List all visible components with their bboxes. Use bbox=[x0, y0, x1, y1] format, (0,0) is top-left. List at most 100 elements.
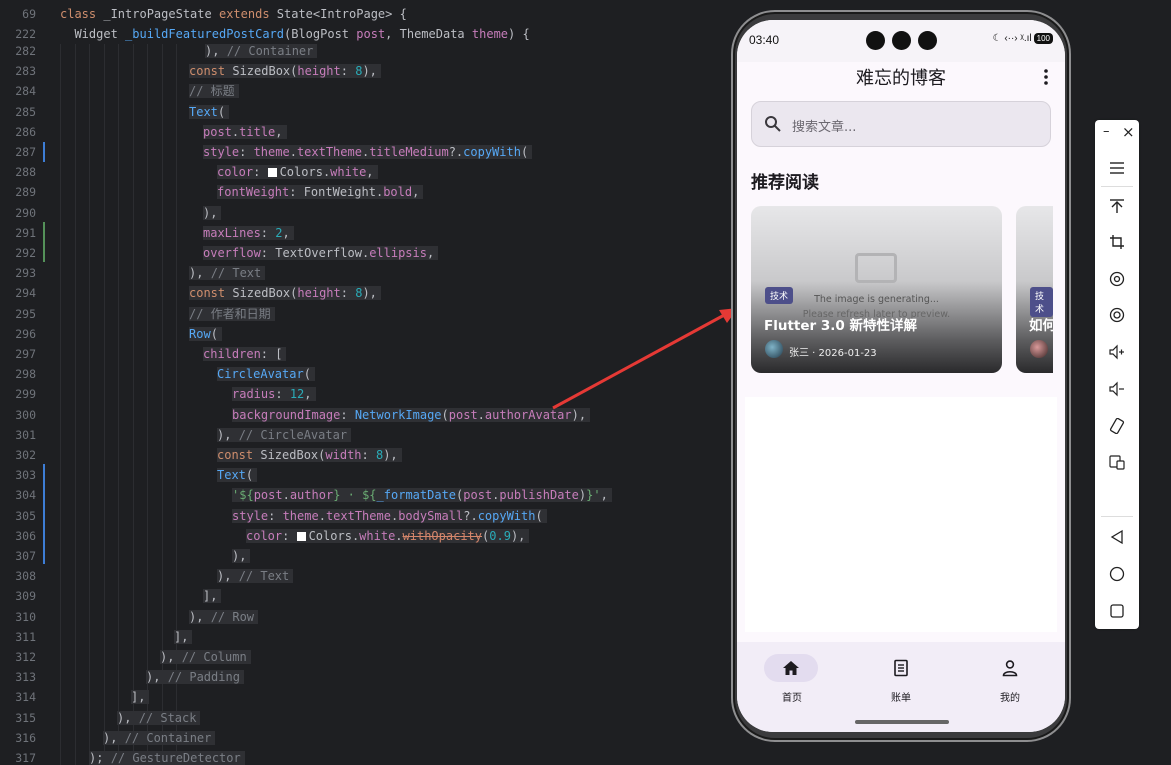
post-title: 如何 bbox=[1029, 318, 1053, 334]
line-number: 285 bbox=[15, 104, 36, 119]
line-number: 305 bbox=[15, 508, 36, 523]
home-circle-icon[interactable] bbox=[1095, 560, 1139, 588]
code-line[interactable]: 295 // 作者和日期 bbox=[0, 304, 730, 324]
code-text: style: theme.textTheme.bodySmall?.copyWi… bbox=[232, 506, 547, 526]
camera-icon bbox=[918, 31, 937, 50]
crop-icon[interactable] bbox=[1095, 228, 1139, 256]
line-number: 298 bbox=[15, 367, 36, 382]
code-line[interactable]: 302 const SizedBox(width: 8), bbox=[0, 445, 730, 465]
code-line[interactable]: 301), // CircleAvatar bbox=[0, 425, 730, 445]
code-line[interactable]: 291 maxLines: 2, bbox=[0, 223, 730, 243]
pin-top-icon[interactable] bbox=[1095, 192, 1139, 220]
code-line[interactable]: 308), // Text bbox=[0, 566, 730, 586]
code-text: radius: 12, bbox=[232, 384, 316, 404]
nav-label: 我的 bbox=[1000, 693, 1020, 704]
sticky-header-class: 69 class _IntroPageState extends State<I… bbox=[0, 4, 730, 24]
code-line[interactable]: 288 color: Colors.white, bbox=[0, 162, 730, 182]
volume-down-icon[interactable] bbox=[1095, 375, 1139, 403]
code-line[interactable]: 293), // Text bbox=[0, 263, 730, 283]
code-text: ); // GestureDetector bbox=[89, 748, 245, 765]
code-line[interactable]: 283 const SizedBox(height: 8), bbox=[0, 61, 730, 81]
code-line[interactable]: 300 backgroundImage: NetworkImage(post.au… bbox=[0, 405, 730, 425]
line-number: 302 bbox=[15, 448, 36, 462]
line-number: 307 bbox=[15, 549, 36, 563]
back-icon[interactable] bbox=[1095, 523, 1139, 551]
code-line[interactable]: 316), // Container bbox=[0, 728, 730, 748]
line-number: 284 bbox=[15, 84, 36, 99]
code-text: Row( bbox=[189, 324, 222, 344]
line-number: 288 bbox=[15, 165, 36, 180]
minimize-button[interactable]: – bbox=[1103, 124, 1110, 139]
line-number: 286 bbox=[15, 124, 36, 139]
code-line[interactable]: 304 '${post.author} · ${_formatDate(post.… bbox=[0, 485, 730, 505]
line-number: 315 bbox=[15, 710, 36, 725]
home-icon bbox=[783, 661, 799, 675]
status-bar: 03:40 ☾ ‹··› ᵡ.ıl 100 bbox=[737, 20, 1065, 62]
code-line[interactable]: 296 Row( bbox=[0, 324, 730, 344]
phone-screen: 03:40 ☾ ‹··› ᵡ.ıl 100 难忘的博客 搜索文章... 推荐阅读 … bbox=[737, 20, 1065, 732]
code-line[interactable]: 285 Text( bbox=[0, 102, 730, 122]
code-line[interactable]: 306 color: Colors.white.withOpacity(0.9), bbox=[0, 526, 730, 546]
line-number: 299 bbox=[15, 387, 36, 402]
volume-up-icon[interactable] bbox=[1095, 338, 1139, 366]
code-text: ), // Column bbox=[160, 647, 251, 667]
code-text: ], bbox=[131, 687, 150, 707]
code-text: overflow: TextOverflow.ellipsis, bbox=[203, 243, 439, 263]
code-line[interactable]: 294 const SizedBox(height: 8), bbox=[0, 283, 730, 303]
code-text: ], bbox=[203, 586, 222, 606]
code-line[interactable]: 299 radius: 12, bbox=[0, 384, 730, 404]
line-number: 292 bbox=[15, 246, 36, 260]
code-line[interactable]: 310), // Row bbox=[0, 607, 730, 627]
line-number: 308 bbox=[15, 569, 36, 584]
code-line[interactable]: 292 overflow: TextOverflow.ellipsis, bbox=[0, 243, 730, 263]
code-text: const SizedBox(width: 8), bbox=[217, 445, 402, 465]
code-text: maxLines: 2, bbox=[203, 223, 294, 243]
fold-icon[interactable] bbox=[1095, 448, 1139, 476]
code-line[interactable]: 317); // GestureDetector bbox=[0, 748, 730, 765]
close-button[interactable]: × bbox=[1122, 123, 1135, 141]
line-number: 282 bbox=[15, 44, 36, 58]
code-text: // 作者和日期 bbox=[189, 304, 275, 324]
menu-icon[interactable] bbox=[1095, 154, 1139, 182]
receipt-icon bbox=[894, 659, 908, 677]
code-line[interactable]: 287 style: theme.textTheme.titleMedium?.c… bbox=[0, 142, 730, 162]
code-text: const SizedBox(height: 8), bbox=[189, 283, 381, 303]
featured-post-card[interactable]: 技术 如何 bbox=[1016, 206, 1053, 373]
code-line[interactable]: 312), // Column bbox=[0, 647, 730, 667]
rotate-icon[interactable] bbox=[1095, 265, 1139, 293]
more-vert-icon[interactable] bbox=[1041, 68, 1051, 86]
featured-post-card[interactable]: The image is generating... Please refres… bbox=[751, 206, 1002, 373]
code-line[interactable]: 311], bbox=[0, 627, 730, 647]
code-line[interactable]: 290), bbox=[0, 203, 730, 223]
code-line[interactable]: 303 Text( bbox=[0, 465, 730, 485]
code-line[interactable]: 297 children: [ bbox=[0, 344, 730, 364]
code-line[interactable]: 313), // Padding bbox=[0, 667, 730, 687]
code-line[interactable]: 284 // 标题 bbox=[0, 81, 730, 101]
category-tag: 技术 bbox=[1030, 287, 1053, 317]
code-text: post.title, bbox=[203, 122, 287, 142]
code-editor[interactable]: 69 class _IntroPageState extends State<I… bbox=[0, 0, 730, 765]
battery-icon: 100 bbox=[1033, 33, 1053, 44]
code-line[interactable]: 309], bbox=[0, 586, 730, 606]
overview-icon[interactable] bbox=[1095, 597, 1139, 625]
section-title: 推荐阅读 bbox=[751, 173, 819, 193]
rotate-device-icon[interactable] bbox=[1095, 412, 1139, 440]
emulator-toolbar: – × bbox=[1095, 120, 1139, 629]
gesture-bar[interactable] bbox=[855, 720, 949, 724]
line-number: 311 bbox=[15, 629, 36, 644]
code-line[interactable]: 315), // Stack bbox=[0, 708, 730, 728]
code-line[interactable]: 289 fontWeight: FontWeight.bold, bbox=[0, 182, 730, 202]
screen-record-icon[interactable] bbox=[1095, 301, 1139, 329]
code-line[interactable]: 314], bbox=[0, 687, 730, 707]
code-line[interactable]: 282), // Container bbox=[0, 41, 730, 61]
code-text: ), // Row bbox=[189, 607, 259, 627]
code-text: color: Colors.white.withOpacity(0.9), bbox=[246, 526, 530, 546]
search-input[interactable]: 搜索文章... bbox=[751, 101, 1051, 147]
line-number: 291 bbox=[15, 225, 36, 240]
code-line[interactable]: 286 post.title, bbox=[0, 122, 730, 142]
code-line[interactable]: 307), bbox=[0, 546, 730, 566]
image-placeholder-icon bbox=[855, 253, 897, 283]
code-line[interactable]: 298 CircleAvatar( bbox=[0, 364, 730, 384]
code-text: ), bbox=[232, 546, 251, 566]
code-line[interactable]: 305 style: theme.textTheme.bodySmall?.cop… bbox=[0, 506, 730, 526]
